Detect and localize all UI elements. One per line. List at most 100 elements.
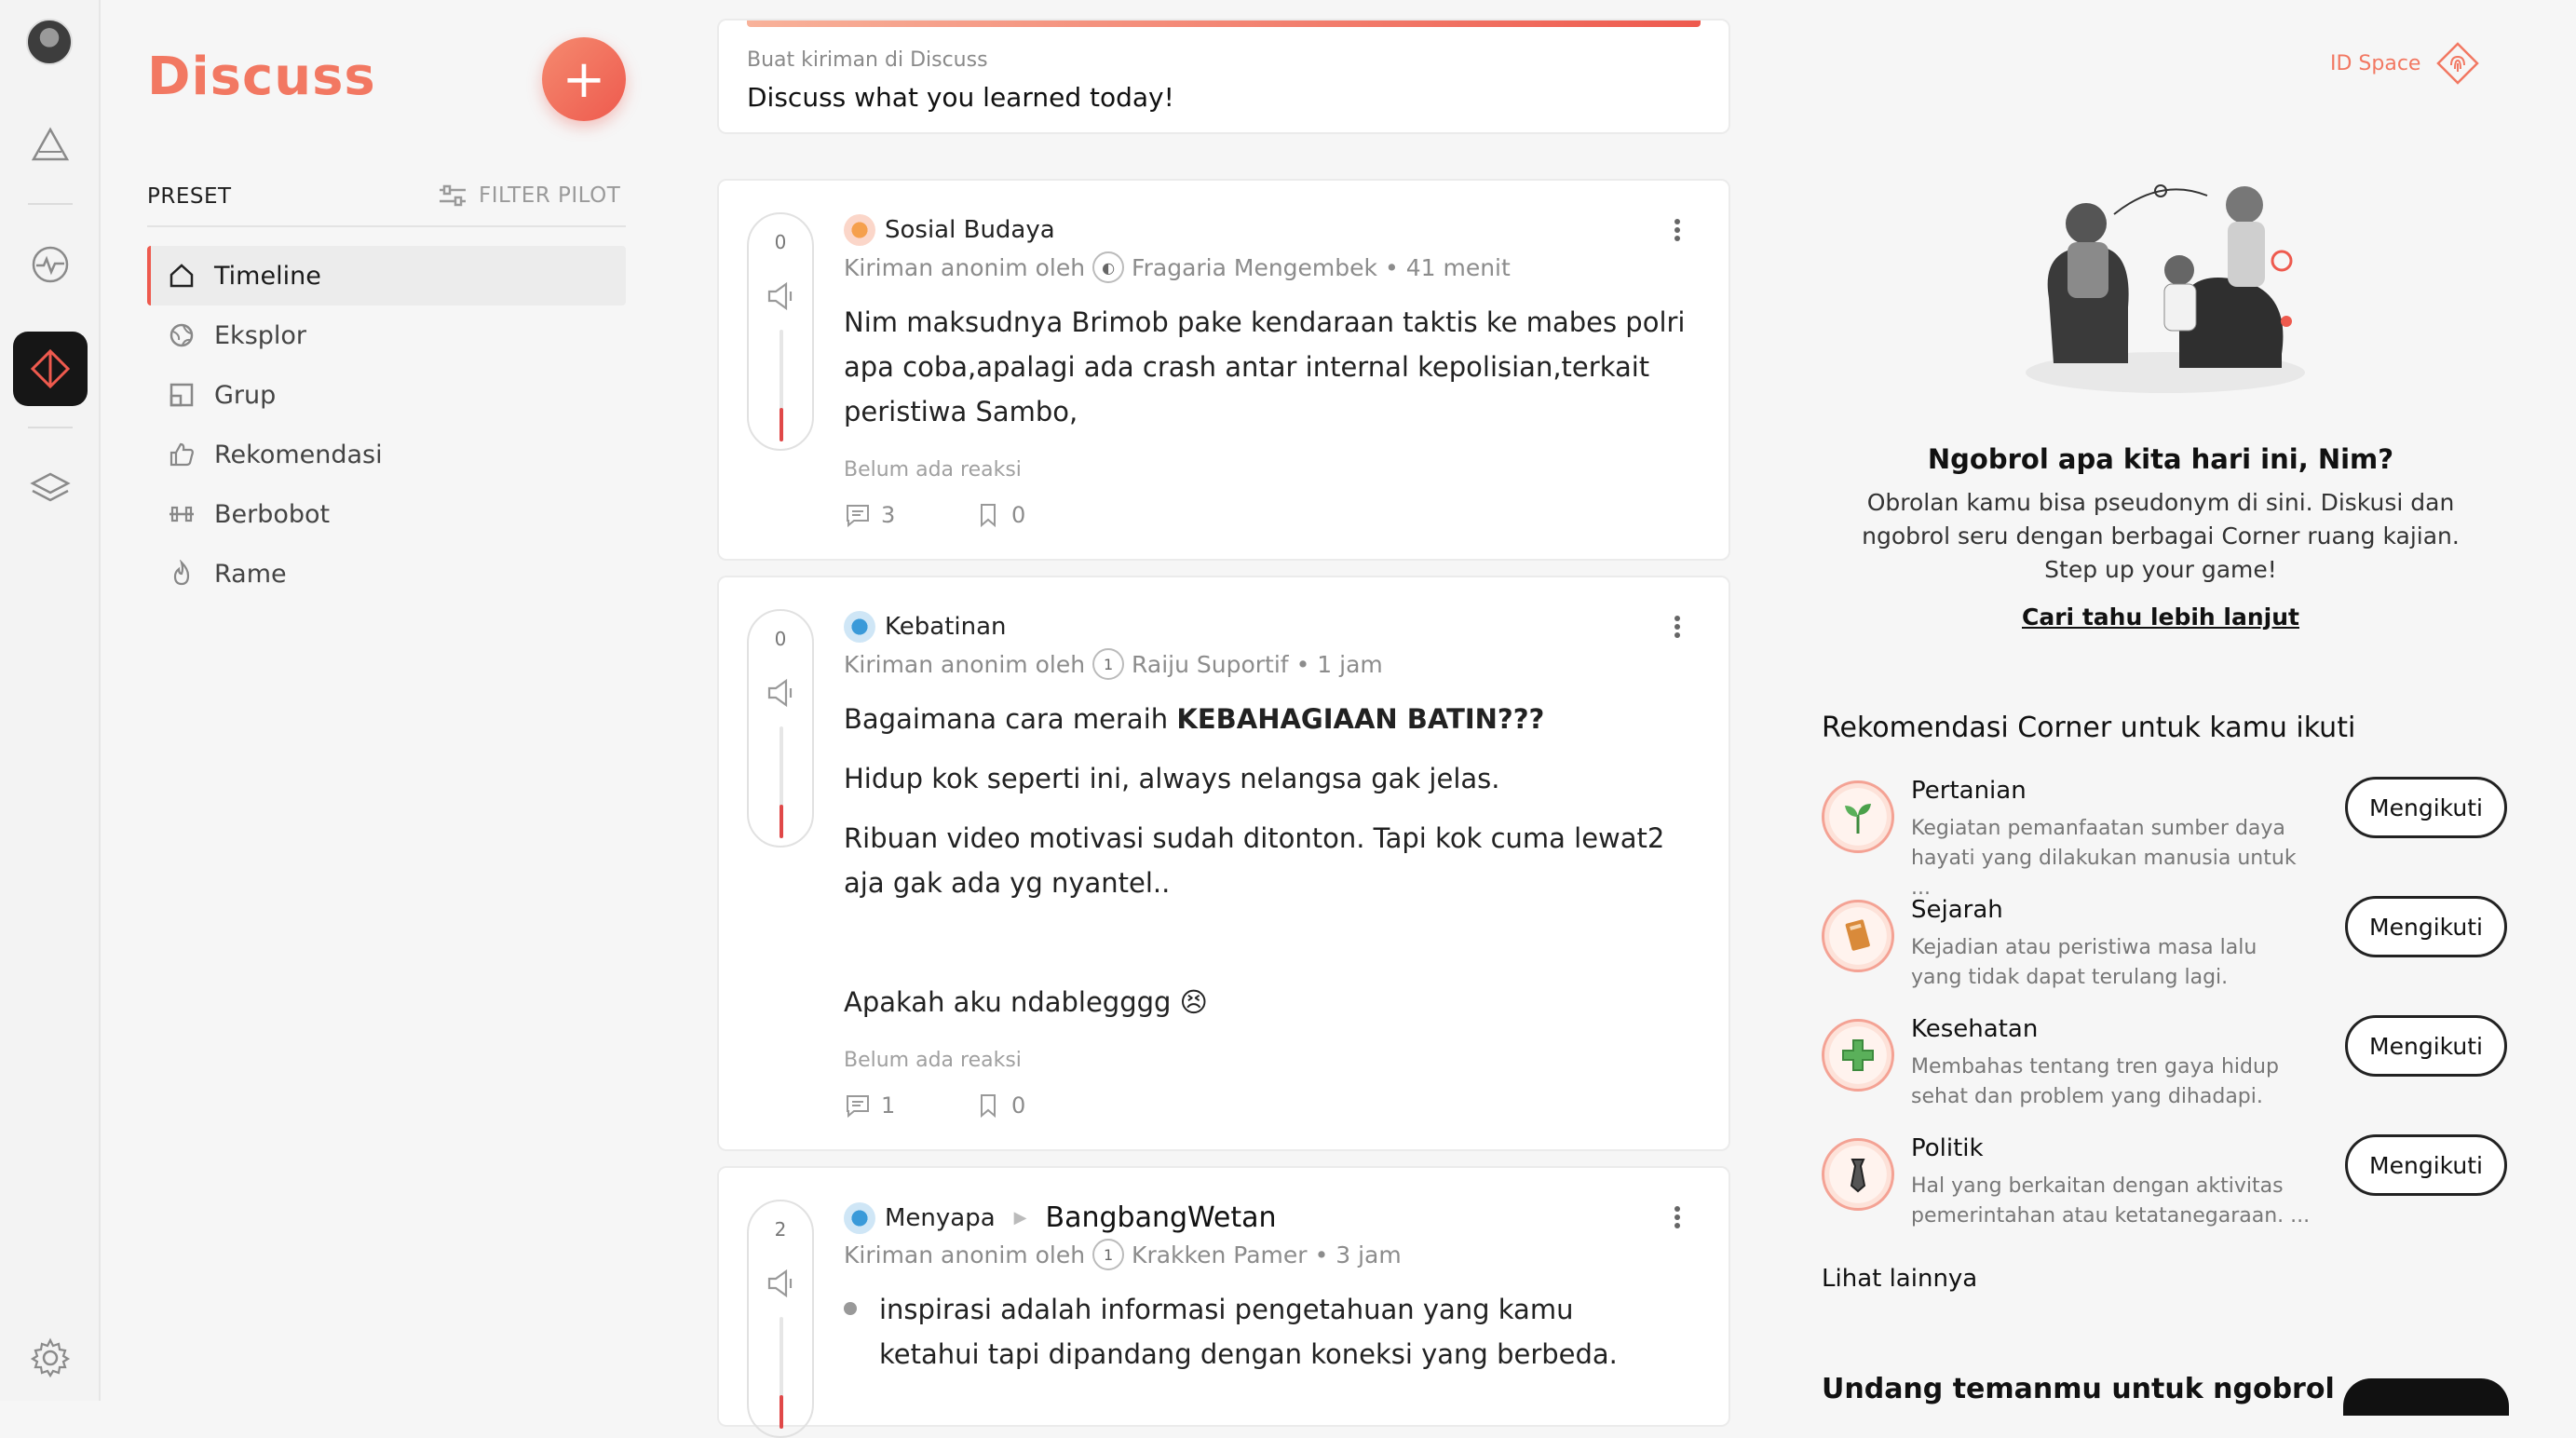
post-meta: Kiriman anonim oleh ◐ Fragaria Mengembek… [844, 251, 1511, 283]
compose-accent-bar [747, 20, 1701, 27]
filter-icon [440, 184, 466, 207]
nav-item-timeline[interactable]: Timeline [147, 246, 626, 305]
post-title-text: Bagaimana cara meraih [844, 703, 1177, 735]
bookmark-icon[interactable] [974, 1092, 1002, 1119]
corner-recommendation: Politik Hal yang berkaitan dengan aktivi… [1822, 1134, 2511, 1237]
medical-cross-icon [1822, 1019, 1894, 1092]
comment-count: 3 [881, 502, 896, 528]
plus-icon: + [562, 48, 606, 110]
corner-name[interactable]: Kesehatan [1911, 1015, 2038, 1043]
nav-item-grup[interactable]: Grup [147, 365, 626, 425]
post-card: 0 Sosial Budaya Kiriman anonim oleh ◐ Fr… [717, 179, 1730, 561]
thumbs-up-icon [169, 442, 194, 467]
post-stats: 3 0 [844, 501, 1025, 529]
bookmark-count: 0 [1011, 1092, 1026, 1119]
post-corner[interactable]: Kebatinan [844, 611, 1007, 643]
follow-button[interactable]: Mengikuti [2345, 1015, 2507, 1077]
recommendation-title: Rekomendasi Corner untuk kamu ikuti [1822, 712, 2356, 744]
follow-button[interactable]: Mengikuti [2345, 777, 2507, 838]
home-icon [169, 264, 194, 288]
post-time: • 41 menit [1385, 253, 1511, 281]
corner-description: Kegiatan pemanfaatan sumber daya hayati … [1911, 817, 2297, 900]
preset-label: PRESET [147, 184, 232, 209]
post-paragraph: Ribuan video motivasi sudah ditonton. Ta… [844, 822, 1665, 899]
follow-button[interactable]: Mengikuti [2345, 1134, 2507, 1196]
megaphone-icon[interactable] [764, 676, 797, 710]
book-icon [1822, 900, 1894, 972]
compose-subtitle: Buat kiriman di Discuss [747, 48, 988, 72]
rail-divider [28, 203, 73, 205]
post-body[interactable]: Bagaimana cara meraih KEBAHAGIAAN BATIN?… [844, 697, 1701, 1024]
vote-widget: 2 [747, 1200, 814, 1438]
layers-icon[interactable] [13, 451, 88, 525]
brand-title: Discuss [147, 47, 376, 107]
comment-count: 1 [881, 1092, 896, 1119]
nav-item-eksplor[interactable]: Eksplor [147, 305, 626, 365]
wave-icon[interactable] [13, 227, 88, 302]
corner-description: Kejadian atau peristiwa masa lalu yang t… [1911, 936, 2257, 989]
settings-icon[interactable] [13, 1321, 88, 1395]
corner-description: Membahas tentang tren gaya hidup sehat d… [1911, 1055, 2279, 1108]
reaction-status: Belum ada reaksi [844, 1049, 1022, 1072]
nav-item-berbobot[interactable]: Berbobot [147, 484, 626, 544]
rail-divider [28, 427, 73, 428]
corner-icon [844, 214, 875, 246]
user-avatar[interactable] [26, 19, 73, 65]
nav-item-rame[interactable]: Rame [147, 544, 626, 604]
megaphone-icon[interactable] [764, 279, 797, 313]
author-avatar: ◐ [1092, 251, 1125, 283]
post-title-bold: KEBAHAGIAAN BATIN??? [1176, 703, 1545, 735]
vote-count: 0 [774, 231, 787, 253]
more-options-icon[interactable] [1674, 1203, 1684, 1231]
sprout-icon [1822, 780, 1894, 853]
corner-name[interactable]: Sejarah [1911, 896, 2003, 924]
target-user[interactable]: BangbangWetan [1046, 1201, 1277, 1234]
see-more-link[interactable]: Lihat lainnya [1822, 1265, 1977, 1293]
corner-recommendation: Pertanian Kegiatan pemanfaatan sumber da… [1822, 777, 2511, 900]
post-corner[interactable]: Sosial Budaya [844, 214, 1055, 246]
comment-icon[interactable] [844, 501, 872, 529]
welcome-title: Ngobrol apa kita hari ini, Nim? [1927, 443, 2394, 475]
corner-name: Kebatinan [885, 613, 1007, 641]
author-name[interactable]: Raiju Suportif [1132, 651, 1289, 678]
bookmark-icon[interactable] [974, 501, 1002, 529]
compose-prompt[interactable]: Discuss what you learned today! [747, 82, 1174, 113]
filter-pilot-label: FILTER PILOT [479, 183, 621, 208]
welcome-body: Obrolan kamu bisa pseudonym di sini. Dis… [1862, 489, 2460, 583]
corner-name[interactable]: Politik [1911, 1134, 1984, 1162]
megaphone-icon[interactable] [764, 1267, 797, 1300]
author-name[interactable]: Fragaria Mengembek [1132, 254, 1377, 281]
diamond-icon[interactable] [13, 332, 88, 406]
compose-box[interactable]: Buat kiriman di Discuss Discuss what you… [717, 19, 1730, 134]
nav-item-rekomendasi[interactable]: Rekomendasi [147, 425, 626, 484]
post-body[interactable]: inspirasi adalah informasi pengetahuan y… [844, 1287, 1682, 1377]
vote-widget: 0 [747, 212, 814, 451]
filter-pilot-button[interactable]: FILTER PILOT [438, 183, 620, 209]
more-options-icon[interactable] [1674, 216, 1684, 244]
discussion-illustration [2026, 184, 2305, 393]
dumbbell-icon [169, 506, 194, 522]
post-body[interactable]: Nim maksudnya Brimob pake kendaraan takt… [844, 300, 1701, 434]
author-name[interactable]: Krakken Pamer [1132, 1241, 1308, 1268]
comment-icon[interactable] [844, 1092, 872, 1119]
divider [147, 225, 626, 227]
fingerprint-icon [2436, 42, 2480, 85]
triangle-icon[interactable] [13, 108, 88, 183]
learn-more-link[interactable]: Cari tahu lebih lanjut [1816, 604, 2505, 631]
more-options-icon[interactable] [1674, 613, 1684, 641]
left-panel: Discuss + PRESET FILTER PILOT Timeline E… [102, 0, 652, 1401]
meta-prefix: Kiriman anonim oleh [844, 1241, 1086, 1268]
reaction-status: Belum ada reaksi [844, 458, 1022, 482]
create-post-button[interactable]: + [542, 37, 626, 121]
id-space-link[interactable]: ID Space [2330, 41, 2480, 86]
post-paragraph: Nim maksudnya Brimob pake kendaraan takt… [844, 306, 1686, 427]
invite-button[interactable] [2343, 1378, 2509, 1416]
corner-name: Menyapa [885, 1203, 996, 1232]
follow-button[interactable]: Mengikuti [2345, 896, 2507, 957]
corner-name[interactable]: Pertanian [1911, 777, 2027, 805]
flame-icon [173, 560, 190, 586]
nav-label: Berbobot [214, 499, 331, 529]
post-corner[interactable]: Menyapa ▶ BangbangWetan [844, 1201, 1277, 1234]
author-avatar: 1 [1092, 1239, 1125, 1270]
meta-prefix: Kiriman anonim oleh [844, 650, 1086, 678]
